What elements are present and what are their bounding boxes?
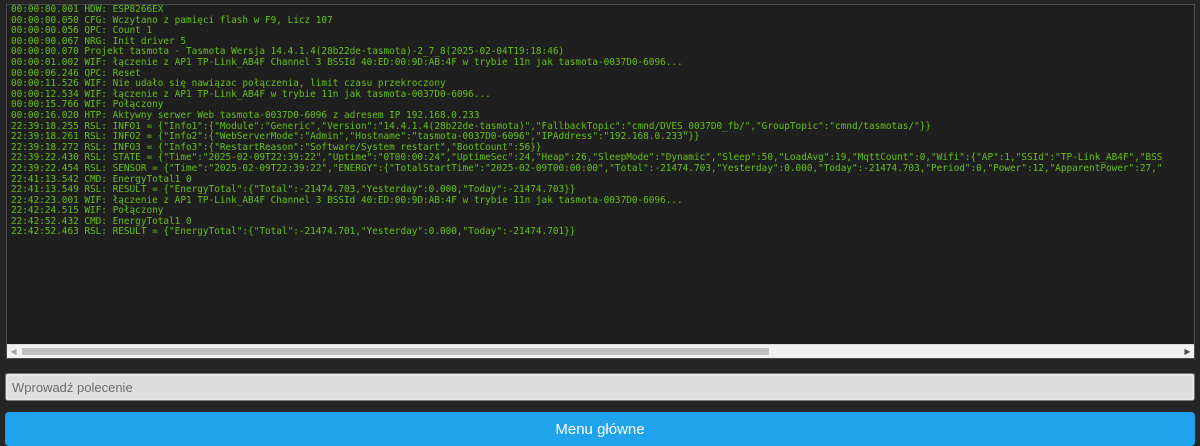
scroll-left-arrow-icon[interactable]: ◀ (7, 345, 20, 358)
main-menu-button[interactable]: Menu główne (5, 412, 1195, 446)
console-line: 00:00:00.001 HDW: ESP8266EX (11, 5, 164, 15)
console-log-text: 00:00:00.001 HDW: ESP8266EX 00:00:00.050 … (11, 5, 1194, 346)
scroll-right-arrow-icon[interactable]: ▶ (1181, 345, 1194, 358)
console-log-panel[interactable]: 00:00:00.001 HDW: ESP8266EX 00:00:00.050 … (6, 4, 1195, 359)
console-line: 00:00:00.050 CFG: Wczytano z pamięci fla… (11, 14, 333, 26)
console-line: 22:42:52.463 RSL: RESULT = {"EnergyTotal… (11, 226, 576, 238)
console-line: 00:00:16.020 HTP: Aktywny serwer Web tas… (11, 109, 480, 121)
scrollbar-thumb[interactable] (22, 348, 769, 355)
console-line: 00:00:12.534 WIF: łączenie z AP1 TP-Link… (11, 88, 491, 100)
console-line: 00:00:01.002 WIF: łączenie z AP1 TP-Link… (11, 56, 683, 68)
main-menu-button-label: Menu główne (555, 421, 645, 438)
console-line: 22:42:23.001 WIF: łączenie z AP1 TP-Link… (11, 194, 683, 206)
console-line: 00:00:00.056 QPC: Count 1 (11, 25, 153, 37)
horizontal-scrollbar[interactable]: ◀ ▶ (7, 344, 1194, 358)
console-line: 22:39:22.454 RSL: SENSOR = {"Time":"2025… (11, 162, 1163, 174)
command-input[interactable] (5, 373, 1195, 401)
